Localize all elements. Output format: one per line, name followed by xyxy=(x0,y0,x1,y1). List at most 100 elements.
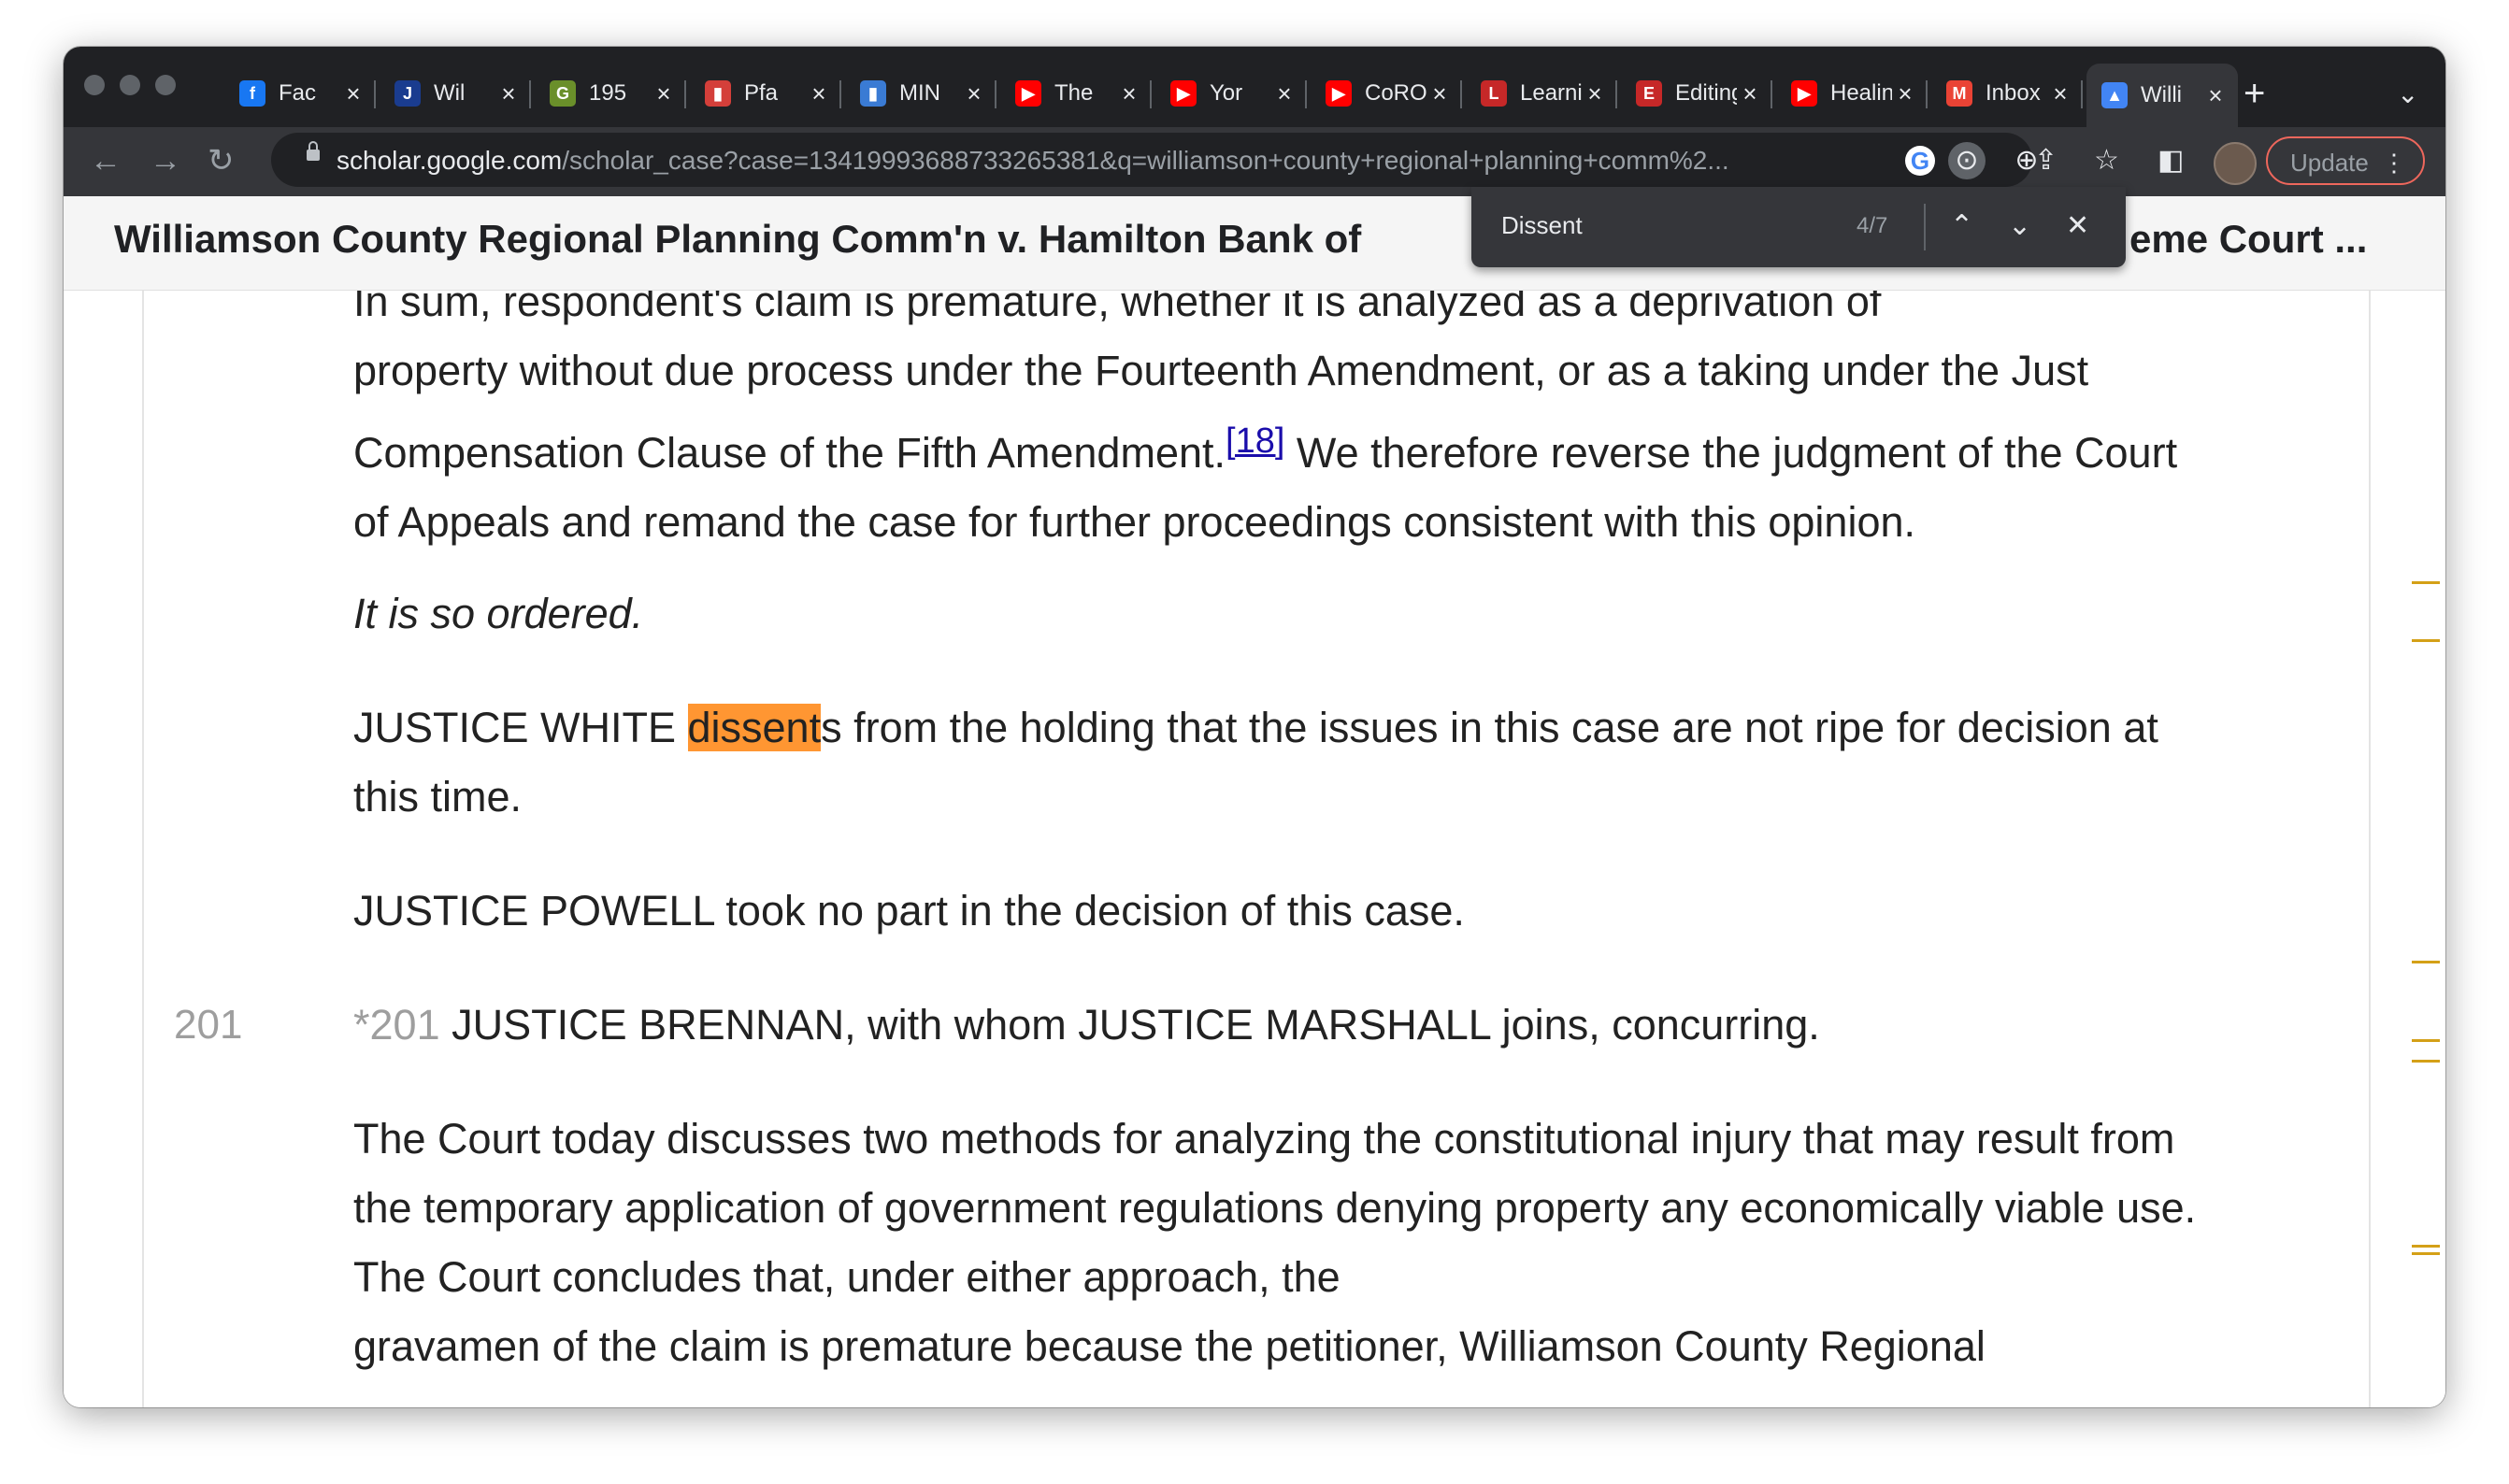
find-input[interactable]: Dissent xyxy=(1501,211,1583,240)
bars-icon: ▮ xyxy=(705,80,731,107)
google-icon[interactable]: G xyxy=(1905,146,1935,176)
side-panel-icon[interactable]: ◧ xyxy=(2158,142,2184,179)
close-window-button[interactable] xyxy=(84,75,105,95)
scholar-icon: ▲ xyxy=(2101,82,2128,108)
tab-title: Yor xyxy=(1210,80,1243,106)
tab-separator xyxy=(1926,80,1928,108)
tab-2[interactable]: G 195 × xyxy=(535,67,686,120)
tab-title: Fac xyxy=(279,80,317,106)
url-path: /scholar_case?case=13419993688733265381&… xyxy=(562,146,1729,175)
update-label: Update xyxy=(2290,149,2369,177)
paragraph-text: JUSTICE WHITE xyxy=(353,704,688,751)
paragraph-text: JUSTICE BRENNAN, with whom JUSTICE MARSH… xyxy=(439,1001,1820,1049)
tab-12[interactable]: ▲ Willi × xyxy=(2086,64,2238,127)
find-match-marker xyxy=(2412,1039,2440,1042)
tab-title: Healing xyxy=(1830,80,1892,106)
tab-separator xyxy=(839,80,841,108)
close-tab-icon[interactable]: × xyxy=(961,79,987,108)
forward-arrow-icon[interactable]: → xyxy=(150,140,181,181)
footnote-link[interactable]: [18] xyxy=(1226,421,1284,461)
case-title-court: eme Court ... xyxy=(2129,217,2368,261)
paragraph-line: gravamen of the claim is premature becau… xyxy=(353,1322,1986,1370)
share-icon[interactable]: ⇪ xyxy=(2034,142,2057,179)
tab-title: Learnin xyxy=(1520,80,1582,106)
profile-avatar[interactable] xyxy=(2214,142,2257,185)
tab-11[interactable]: M Inbox (× xyxy=(1931,67,2083,120)
more-menu-icon[interactable]: ⋮ xyxy=(2382,138,2406,187)
tab-separator xyxy=(1150,80,1152,108)
paragraph-concurrence: The Court today discusses two methods fo… xyxy=(353,1105,2223,1381)
course-icon: L xyxy=(1481,80,1507,107)
close-tab-icon[interactable]: × xyxy=(1427,79,1453,108)
paragraph-text: The Court today discusses two methods fo… xyxy=(353,1115,2197,1301)
tab-1[interactable]: J Wil × xyxy=(380,67,531,120)
find-bar: Dissent 4/7 ⌃ ⌄ ✕ xyxy=(1471,187,2126,267)
youtube-icon: ▶ xyxy=(1326,80,1352,107)
case-title: Williamson County Regional Planning Comm… xyxy=(114,217,1362,261)
tab-separator xyxy=(374,80,376,108)
close-tab-icon[interactable]: × xyxy=(1271,79,1298,108)
tab-8[interactable]: L Learnin× xyxy=(1466,67,1617,120)
find-match-marker xyxy=(2412,961,2440,963)
tab-9[interactable]: E Editing× xyxy=(1621,67,1772,120)
zoom-window-button[interactable] xyxy=(155,75,176,95)
close-tab-icon[interactable]: × xyxy=(806,79,832,108)
chevron-up-icon[interactable]: ⌃ xyxy=(1950,206,1973,247)
close-tab-icon[interactable]: × xyxy=(2202,81,2229,110)
close-tab-icon[interactable]: × xyxy=(2047,79,2073,108)
back-arrow-icon[interactable]: ← xyxy=(90,140,122,181)
paragraph-ordered: It is so ordered. xyxy=(353,579,2223,649)
tab-10[interactable]: ▶ Healing× xyxy=(1776,67,1928,120)
tab-title: Inbox ( xyxy=(1986,80,2047,106)
course-icon: E xyxy=(1636,80,1662,107)
paragraph-text: It is so ordered. xyxy=(353,590,644,637)
tab-strip: f Fac × J Wil × G 195 × ▮ Pfa × ▮ MIN × ▶ The × ▶ Yor × ▶ CoRO… xyxy=(64,47,2445,127)
close-tab-icon[interactable]: × xyxy=(1737,79,1763,108)
tab-5[interactable]: ▶ The × xyxy=(1000,67,1152,120)
tab-4[interactable]: ▮ MIN × xyxy=(845,67,996,120)
google-lens-icon[interactable]: ⊙ xyxy=(1948,142,1986,179)
browser-window: f Fac × J Wil × G 195 × ▮ Pfa × ▮ MIN × ▶ The × ▶ Yor × ▶ CoRO… xyxy=(64,47,2445,1407)
tab-title: Pfa xyxy=(744,80,779,106)
tab-search-chevron-icon[interactable]: ⌄ xyxy=(2397,78,2418,109)
tab-separator xyxy=(1615,80,1617,108)
tab-6[interactable]: ▶ Yor × xyxy=(1155,67,1307,120)
page-number: 201 xyxy=(174,1002,243,1048)
url-host: scholar.google.com xyxy=(337,146,563,175)
tab-title: CoROE xyxy=(1365,80,1427,106)
close-tab-icon[interactable]: × xyxy=(1892,79,1918,108)
youtube-icon: ▶ xyxy=(1170,80,1197,107)
address-bar[interactable]: scholar.google.com/scholar_case?case=134… xyxy=(271,133,2039,187)
find-match-highlight: dissent xyxy=(687,704,822,751)
reload-icon[interactable]: ↻ xyxy=(208,140,235,181)
find-divider xyxy=(1924,204,1926,250)
tab-title: The xyxy=(1054,80,1094,106)
close-tab-icon[interactable]: × xyxy=(1116,79,1142,108)
bookmark-star-icon[interactable]: ☆ xyxy=(2094,142,2119,179)
new-tab-button[interactable]: + xyxy=(2244,75,2265,112)
close-tab-icon[interactable]: × xyxy=(651,79,677,108)
tab-3[interactable]: ▮ Pfa × xyxy=(690,67,841,120)
tab-0[interactable]: f Fac × xyxy=(224,67,376,120)
tab-separator xyxy=(1771,80,1772,108)
close-tab-icon[interactable]: × xyxy=(340,79,366,108)
gun-site-icon: G xyxy=(550,80,576,107)
tab-7[interactable]: ▶ CoROE× xyxy=(1311,67,1462,120)
paragraph-text: JUSTICE POWELL took no part in the decis… xyxy=(353,887,1465,935)
facebook-icon: f xyxy=(239,80,265,107)
update-button[interactable]: Update ⋮ xyxy=(2266,136,2425,185)
url-text[interactable]: scholar.google.com/scholar_case?case=134… xyxy=(337,146,1870,176)
find-match-marker xyxy=(2412,1252,2440,1255)
tab-separator xyxy=(529,80,531,108)
paragraph-brennan: *201 JUSTICE BRENNAN, with whom JUSTICE … xyxy=(353,991,2223,1060)
close-tab-icon[interactable]: × xyxy=(495,79,522,108)
tab-title: Willi xyxy=(2141,82,2182,107)
tab-separator xyxy=(1305,80,1307,108)
close-icon[interactable]: ✕ xyxy=(2066,206,2089,247)
minimize-window-button[interactable] xyxy=(120,75,140,95)
paragraph-conclusion: property without due process under the F… xyxy=(353,336,2223,557)
youtube-icon: ▶ xyxy=(1015,80,1041,107)
chevron-down-icon[interactable]: ⌄ xyxy=(2008,206,2031,247)
find-match-count: 4/7 xyxy=(1857,213,1888,238)
close-tab-icon[interactable]: × xyxy=(1582,79,1608,108)
